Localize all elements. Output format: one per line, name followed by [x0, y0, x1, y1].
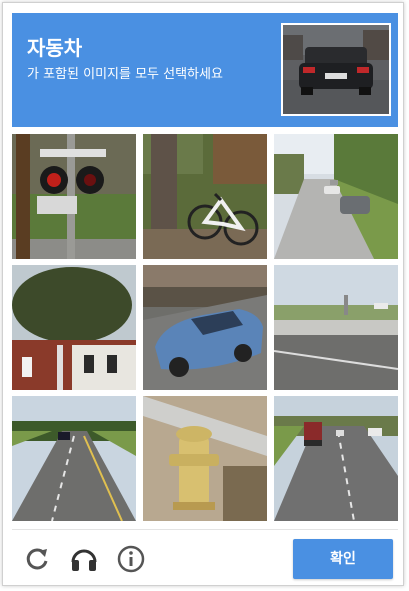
image-tile-3[interactable] — [274, 134, 398, 259]
info-icon[interactable] — [116, 544, 146, 574]
image-tile-5[interactable] — [143, 265, 267, 390]
image-grid — [12, 134, 398, 522]
captcha-challenge-frame: 자동차 가 포함된 이미지를 모두 선택하세요 확인 — [2, 2, 404, 586]
reload-icon[interactable] — [22, 544, 52, 574]
challenge-footer: 확인 — [12, 529, 398, 584]
image-tile-6[interactable] — [274, 265, 398, 390]
challenge-instructions: 가 포함된 이미지를 모두 선택하세요 — [27, 67, 223, 82]
image-tile-9[interactable] — [274, 396, 398, 521]
image-tile-2[interactable] — [143, 134, 267, 259]
image-tile-4[interactable] — [12, 265, 136, 390]
challenge-target-label: 자동차 — [27, 36, 83, 60]
headphones-icon[interactable] — [69, 544, 99, 574]
verify-button[interactable]: 확인 — [293, 539, 393, 579]
challenge-header: 자동차 가 포함된 이미지를 모두 선택하세요 — [12, 13, 398, 127]
image-tile-8[interactable] — [143, 396, 267, 521]
example-image-car — [281, 23, 391, 116]
image-tile-7[interactable] — [12, 396, 136, 521]
image-tile-1[interactable] — [12, 134, 136, 259]
